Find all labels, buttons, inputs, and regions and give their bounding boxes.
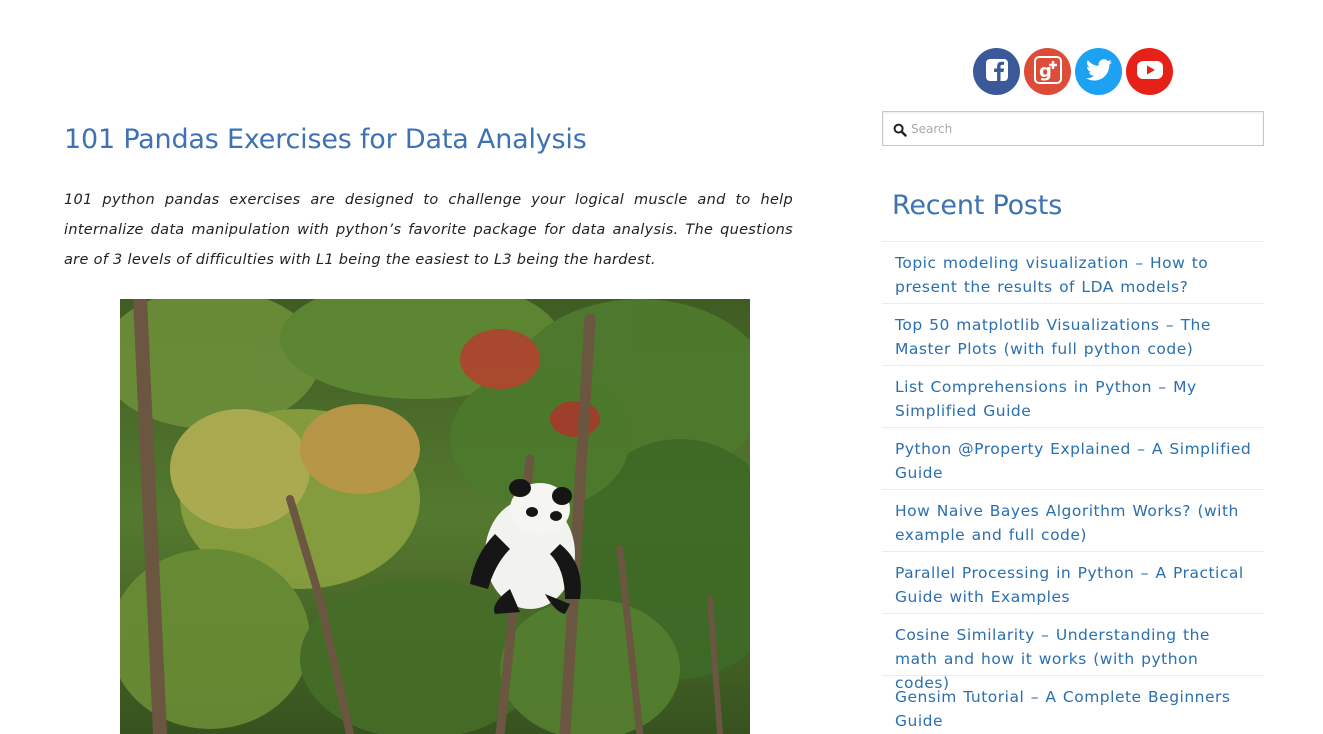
recent-post-link[interactable]: Gensim Tutorial – A Complete Beginners G… <box>895 685 1254 733</box>
social-links: g <box>973 48 1175 95</box>
list-item: Parallel Processing in Python – A Practi… <box>882 551 1264 613</box>
search-box <box>882 111 1264 146</box>
article-intro: 101 python pandas exercises are designed… <box>64 192 793 268</box>
search-input[interactable] <box>911 112 1251 145</box>
list-item: Top 50 matplotlib Visualizations – The M… <box>882 303 1264 365</box>
list-item: How Naive Bayes Algorithm Works? (with e… <box>882 489 1264 551</box>
recent-posts-title: Recent Posts <box>892 190 1063 221</box>
recent-post-link[interactable]: Python @Property Explained – A Simplifie… <box>895 437 1254 485</box>
facebook-icon <box>984 57 1010 87</box>
twitter-button[interactable] <box>1075 48 1122 95</box>
youtube-button[interactable] <box>1126 48 1173 95</box>
list-item: List Comprehensions in Python – My Simpl… <box>882 365 1264 427</box>
recent-post-link[interactable]: How Naive Bayes Algorithm Works? (with e… <box>895 499 1254 547</box>
list-item: Python @Property Explained – A Simplifie… <box>882 427 1264 489</box>
recent-post-link[interactable]: Parallel Processing in Python – A Practi… <box>895 561 1254 609</box>
twitter-icon <box>1085 58 1112 85</box>
list-item: Topic modeling visualization – How to pr… <box>882 241 1264 303</box>
list-item: Cosine Similarity – Understanding the ma… <box>882 613 1264 692</box>
facebook-button[interactable] <box>973 48 1020 95</box>
google-plus-icon: g <box>1033 55 1063 89</box>
google-plus-button[interactable]: g <box>1024 48 1071 95</box>
recent-posts-list: Topic modeling visualization – How to pr… <box>882 241 1264 734</box>
search-icon[interactable] <box>893 122 907 137</box>
recent-post-link[interactable]: Top 50 matplotlib Visualizations – The M… <box>895 313 1254 361</box>
youtube-icon <box>1136 59 1164 85</box>
recent-post-link[interactable]: Topic modeling visualization – How to pr… <box>895 251 1254 299</box>
panda-photo <box>120 299 750 734</box>
article-title: 101 Pandas Exercises for Data Analysis <box>64 124 587 155</box>
recent-post-link[interactable]: List Comprehensions in Python – My Simpl… <box>895 375 1254 423</box>
page: 101 Pandas Exercises for Data Analysis 1… <box>0 0 1323 734</box>
